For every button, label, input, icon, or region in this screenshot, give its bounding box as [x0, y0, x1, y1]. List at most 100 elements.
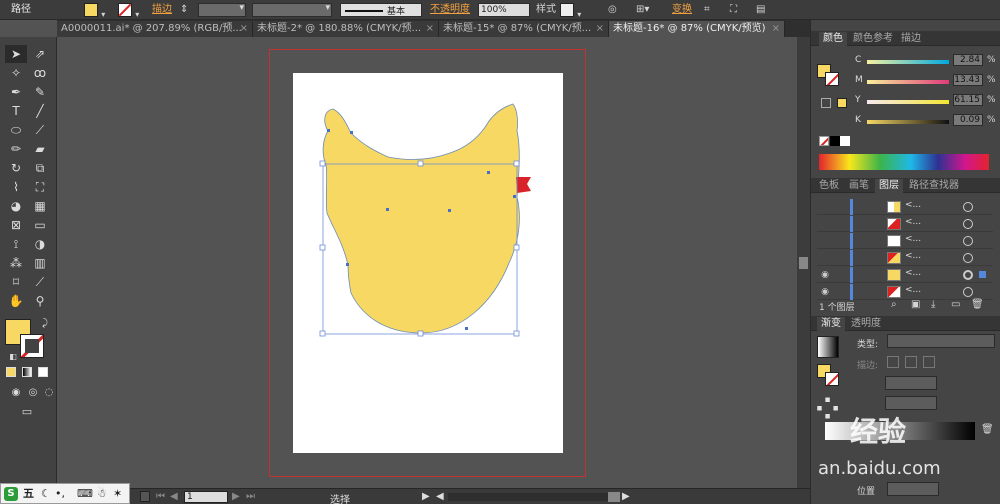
scale-icon[interactable]: ⧉ [29, 159, 51, 177]
locate-object-icon[interactable]: ⌕ [891, 299, 897, 310]
tab-stroke[interactable]: 描边 [897, 32, 925, 46]
ime-mode-label[interactable]: 五 [23, 484, 34, 503]
close-icon[interactable]: × [772, 21, 780, 37]
style-swatch[interactable]: ▾ [560, 3, 581, 19]
stroke-weight-stepper[interactable]: ⇕ [180, 3, 188, 17]
last-page-icon[interactable]: ⏭ [246, 491, 255, 502]
fill-swatch[interactable]: ▾ [84, 3, 105, 19]
gamut-swatch[interactable] [837, 98, 847, 108]
gradient-stroke-swatch[interactable] [825, 372, 839, 386]
chicken-body-shape[interactable] [322, 103, 520, 334]
opacity-label[interactable]: 不透明度 [430, 3, 470, 17]
layer-row[interactable]: <... [817, 233, 993, 249]
zoom-tool-icon[interactable]: ⚲ [29, 292, 51, 310]
layer-row[interactable]: ◉ <... [817, 267, 993, 283]
curvature-tool-icon[interactable]: ✎ [29, 83, 51, 101]
mesh-icon[interactable]: ⊠ [5, 216, 27, 234]
moon-icon[interactable]: ☾ [41, 484, 51, 503]
stroke-along-icon[interactable] [905, 356, 917, 368]
perspective-icon[interactable]: ▦ [29, 197, 51, 215]
tab-color[interactable]: 颜色 [819, 32, 847, 46]
color-spectrum[interactable] [819, 154, 989, 170]
close-icon[interactable]: × [240, 21, 248, 37]
close-icon[interactable]: × [596, 21, 604, 37]
tab-doc-4[interactable]: 未标题-16* @ 87% (CMYK/预览) × [609, 21, 785, 37]
layer-row[interactable]: ◉ <... [817, 284, 993, 300]
hand-tool-icon[interactable]: ✋ [5, 292, 27, 310]
edit-group-icon[interactable]: ⛶ [730, 3, 737, 17]
tab-doc-3[interactable]: 未标题-15* @ 87% (CMYK/预... × [439, 21, 609, 37]
transform-label[interactable]: 变换 [672, 3, 692, 17]
gradient-position-input[interactable] [887, 482, 939, 496]
new-layer-icon[interactable]: ▭ [951, 299, 960, 310]
hscroll-thumb[interactable] [608, 492, 620, 502]
tab-pathfinder[interactable]: 路径查找器 [905, 179, 963, 193]
rotate-icon[interactable]: ↻ [5, 159, 27, 177]
blend-icon[interactable]: ◑ [29, 235, 51, 253]
layer-row[interactable]: <... [817, 199, 993, 215]
brush-dropdown[interactable]: 基本 [340, 3, 422, 17]
stroke-swatch[interactable]: ▾ [118, 3, 139, 19]
gradient-type-dropdown[interactable] [887, 334, 995, 348]
shape-builder-icon[interactable]: ◕ [5, 197, 27, 215]
direct-selection-tool-icon[interactable]: ⇗ [29, 45, 51, 63]
align-icon[interactable]: ⊞▾ [636, 3, 649, 17]
line-tool-icon[interactable]: ╱ [29, 102, 51, 120]
tab-transparency[interactable]: 透明度 [847, 317, 885, 331]
arrange-icon[interactable]: ▤ [756, 3, 765, 17]
delete-layer-icon[interactable]: 🗑 [971, 299, 984, 310]
gradient-preview[interactable] [817, 336, 839, 358]
paintbrush-icon[interactable]: ⟋ [29, 121, 51, 139]
slice-tool-icon[interactable]: ⟋ [29, 273, 51, 291]
tools-icon[interactable]: ✶ [113, 484, 122, 503]
tab-layers[interactable]: 图层 [875, 179, 903, 193]
warp-icon[interactable]: ⌇ [5, 178, 27, 196]
gradient-mode-icon[interactable] [22, 367, 32, 377]
magic-wand-icon[interactable]: ✧ [5, 64, 27, 82]
make-clipping-mask-icon[interactable]: ▣ [911, 299, 920, 310]
vertical-scrollbar[interactable] [797, 37, 810, 488]
tab-gradient[interactable]: 渐变 [817, 317, 845, 331]
artboard-tool-icon[interactable]: ⌑ [5, 273, 27, 291]
layer-row[interactable]: <... [817, 250, 993, 266]
tab-color-guide[interactable]: 颜色参考 [849, 32, 897, 46]
swap-colors-icon[interactable]: ⤸ [34, 315, 56, 333]
column-graph-icon[interactable]: ▥ [29, 254, 51, 272]
screen-mode-icon[interactable]: ▭ [16, 403, 38, 421]
canvas-area[interactable] [57, 37, 810, 488]
stroke-weight-dropdown[interactable] [198, 3, 246, 17]
punctuation-icon[interactable]: •, [55, 484, 65, 503]
out-of-gamut-icon[interactable] [821, 98, 831, 108]
gradient-tool-icon[interactable]: ▭ [29, 216, 51, 234]
symbol-sprayer-icon[interactable]: ⁂ [5, 254, 27, 272]
recolor-icon[interactable]: ◎ [608, 3, 617, 17]
artboard[interactable] [293, 73, 563, 453]
none-swatch[interactable] [819, 136, 829, 146]
lasso-icon[interactable]: ꝏ [29, 64, 51, 82]
free-transform-icon[interactable]: ⛶ [29, 178, 51, 196]
keyboard-icon[interactable]: ⌨ [77, 484, 93, 503]
eye-icon[interactable]: ◉ [819, 286, 831, 298]
default-colors-icon[interactable]: ◧ [2, 348, 24, 366]
pencil-icon[interactable]: ✏ [5, 140, 27, 158]
variable-width-dropdown[interactable] [252, 3, 332, 17]
eyedropper-icon[interactable]: ⟟ [5, 235, 27, 253]
first-page-icon[interactable]: ⏮ [156, 491, 165, 502]
close-icon[interactable]: × [426, 21, 434, 37]
color-mode-icon[interactable] [6, 367, 16, 377]
hscroll-right-icon[interactable]: ▶ [622, 491, 630, 502]
opacity-input[interactable]: 100% [478, 3, 530, 17]
delete-stop-icon[interactable]: 🗑 [981, 424, 994, 435]
tab-doc-2[interactable]: 未标题-2* @ 180.88% (CMYK/预... × [253, 21, 439, 37]
tab-doc-1[interactable]: A0000011.ai* @ 207.89% (RGB/预... × [57, 21, 253, 37]
panel-stroke-swatch[interactable] [825, 72, 839, 86]
chicken-comb-shape[interactable] [516, 177, 531, 193]
isolate-icon[interactable]: ⌗ [704, 3, 710, 17]
skin-icon[interactable]: ☃ [97, 484, 107, 503]
scroll-thumb[interactable] [799, 257, 808, 269]
eye-icon[interactable]: ◉ [819, 269, 831, 281]
tab-brushes[interactable]: 画笔 [845, 179, 873, 193]
chicken-artwork[interactable] [293, 73, 563, 453]
hscroll-left-icon[interactable]: ◀ [436, 491, 444, 502]
horizontal-scrollbar[interactable] [448, 492, 620, 502]
